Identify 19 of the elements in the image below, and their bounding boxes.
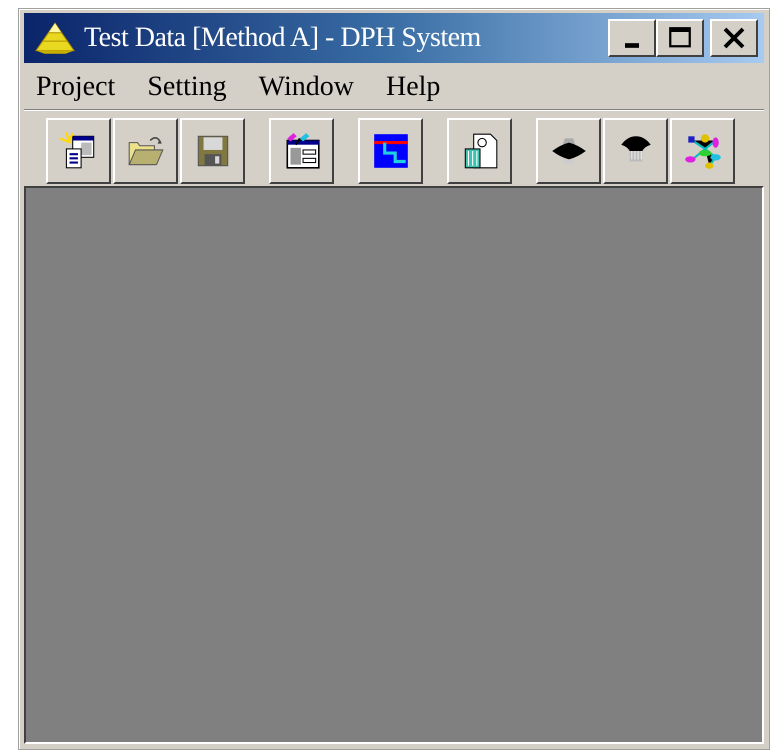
new-project-button[interactable] <box>46 118 111 184</box>
maximize-button[interactable] <box>656 19 704 57</box>
report-button[interactable] <box>447 118 512 184</box>
chart-button[interactable] <box>358 118 423 184</box>
close-button[interactable] <box>710 19 758 57</box>
expand-button[interactable] <box>536 118 601 184</box>
window-title: Test Data [Method A] - DPH System <box>84 22 482 54</box>
menu-item[interactable]: Help <box>386 71 440 103</box>
pyramid-icon <box>34 21 76 55</box>
network-button[interactable] <box>670 118 735 184</box>
save-button[interactable] <box>180 118 245 184</box>
collapse-button[interactable] <box>603 118 668 184</box>
menu-item[interactable]: Window <box>258 71 354 103</box>
menu-item[interactable]: Project <box>36 71 116 103</box>
minimize-button[interactable] <box>608 19 656 57</box>
minimize-icon <box>625 42 639 48</box>
open-button[interactable] <box>113 118 178 184</box>
form-button[interactable] <box>269 118 334 184</box>
menu-item[interactable]: Setting <box>147 71 227 103</box>
